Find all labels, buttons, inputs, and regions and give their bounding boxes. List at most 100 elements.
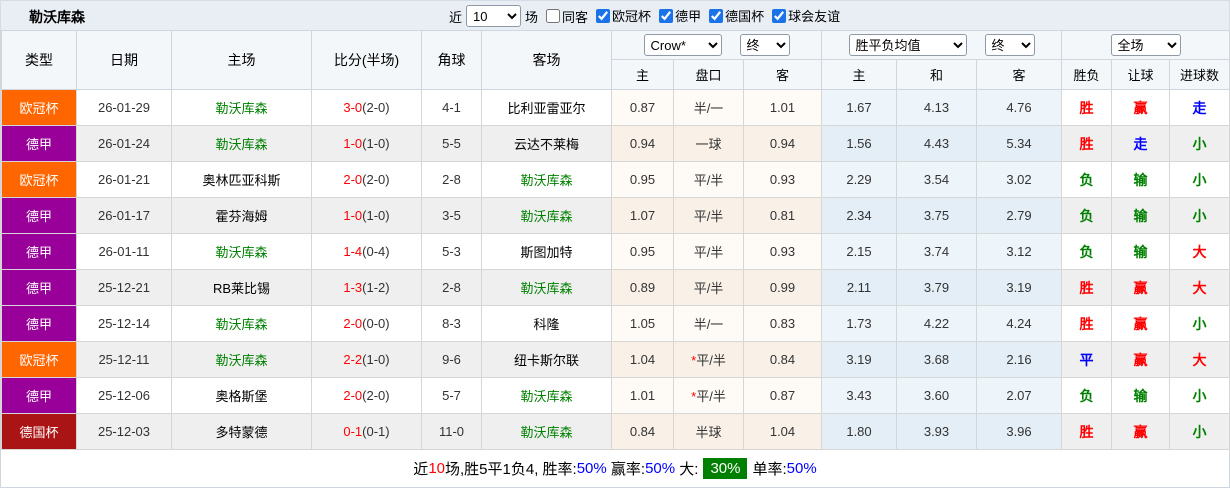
competition-badge: 欧冠杯 (1, 161, 77, 198)
competition-badge: 德甲 (1, 197, 77, 234)
match-date: 26-01-24 (76, 125, 172, 162)
col-header-home: 主场 (171, 30, 312, 90)
handicap-line: *平/半 (673, 341, 744, 378)
away-team: 科隆 (481, 305, 612, 342)
corner-count: 11-0 (421, 413, 482, 450)
home-team: 奥林匹亚科斯 (171, 161, 312, 198)
mean-type-select[interactable]: 胜平负均值 (848, 34, 967, 56)
mean-final-select[interactable]: 终 (984, 34, 1035, 56)
col-header-type: 类型 (1, 30, 77, 90)
odds-home: 0.89 (611, 269, 674, 306)
filter-欧冠杯[interactable]: 欧冠杯 (596, 6, 651, 25)
half-time-score: (2-0) (362, 388, 390, 403)
away-team: 斯图加特 (481, 233, 612, 270)
corner-count: 4-1 (421, 89, 482, 126)
match-result: 负 (1061, 233, 1113, 270)
home-team: RB莱比锡 (171, 269, 312, 306)
odds-away: 0.99 (743, 269, 822, 306)
mean-away-odds: 3.12 (975, 233, 1063, 270)
filter-label: 德甲 (675, 9, 702, 25)
home-team: 勒沃库森 (171, 125, 312, 162)
corner-count: 9-6 (421, 341, 482, 378)
subheader-handicap: 盘口 (673, 59, 744, 90)
mean-draw-odds: 3.60 (896, 377, 977, 414)
half-time-score: (1-0) (362, 352, 390, 367)
competition-badge: 德甲 (1, 125, 77, 162)
away-team: 勒沃库森 (481, 269, 612, 306)
mean-home-odds: 1.56 (821, 125, 897, 162)
mean-group-header: 胜平负均值 终 (820, 30, 1063, 60)
full-time-score: 2-0 (343, 316, 363, 331)
match-date: 26-01-29 (76, 89, 172, 126)
score-cell: 1-0(1-0) (311, 197, 422, 234)
home-team: 勒沃库森 (171, 305, 312, 342)
win-rate-value: 50% (576, 460, 607, 477)
full-time-score: 2-0 (343, 172, 363, 187)
single-rate-label: 单率: (752, 461, 787, 478)
handicap-text: 平/半 (693, 173, 724, 188)
mean-draw-odds: 4.22 (896, 305, 977, 342)
match-result: 胜 (1061, 413, 1113, 450)
handicap-text: 平/半 (696, 353, 726, 368)
handicap-line: 一球 (673, 125, 744, 162)
filter-德国杯[interactable]: 德国杯 (709, 6, 764, 25)
odds-company-select[interactable]: Crow* (643, 34, 722, 56)
subheader-mean-home: 主 (821, 59, 897, 90)
same-away-checkbox-label[interactable]: 同客 (546, 7, 588, 26)
handicap-text: 一球 (695, 137, 722, 152)
away-team: 勒沃库森 (481, 413, 612, 450)
corner-count: 2-8 (421, 269, 482, 306)
competition-badge: 欧冠杯 (1, 89, 77, 126)
recent-count-select[interactable]: 10 (466, 5, 522, 27)
match-result: 负 (1061, 377, 1113, 414)
filter-checkbox[interactable] (709, 8, 724, 23)
match-row: 德甲 25-12-21 RB莱比锡 1-3(1-2) 2-8 勒沃库森 0.89 平/半 0.9… (1, 269, 1230, 306)
match-result: 负 (1061, 161, 1113, 198)
match-history-widget: 勒沃库森 近 10 场 同客 欧冠杯 德甲 德国杯 球会友谊 类型 日期 主场 … (0, 0, 1230, 488)
match-row: 欧冠杯 25-12-11 勒沃库森 2-2(1-0) 9-6 纽卡斯尔联 1.04 *平/半 0… (1, 341, 1230, 378)
goals-result: 走 (1169, 89, 1230, 126)
full-time-score: 2-0 (343, 388, 363, 403)
corner-count: 5-7 (421, 377, 482, 414)
handicap-line: 平/半 (673, 269, 744, 306)
odds-away: 0.83 (743, 305, 822, 342)
filter-label: 德国杯 (725, 9, 765, 25)
match-date: 26-01-11 (76, 233, 172, 270)
filter-德甲[interactable]: 德甲 (659, 6, 701, 25)
earn-rate-label: 赢率: (606, 461, 646, 478)
subheader-result: 胜负 (1061, 59, 1113, 90)
subheader-goals: 进球数 (1169, 59, 1230, 90)
corner-count: 3-5 (421, 197, 482, 234)
matches-panel: 类型 日期 主场 比分(半场) 角球 客场 Crow* 终 胜平负均值 终 全场… (0, 30, 1230, 488)
summary-prefix: 近 (413, 461, 429, 478)
scope-select[interactable]: 全场 (1110, 34, 1181, 56)
match-row: 德甲 25-12-06 奥格斯堡 2-0(2-0) 5-7 勒沃库森 1.01 *平/半 0.8… (1, 377, 1230, 414)
odds-away: 0.84 (743, 341, 822, 378)
earn-rate-value: 50% (645, 460, 676, 477)
mean-away-odds: 3.02 (975, 161, 1063, 198)
odds-home: 0.84 (611, 413, 674, 450)
goals-result: 小 (1169, 377, 1230, 414)
mean-away-odds: 3.96 (975, 413, 1063, 450)
filter-checkbox[interactable] (772, 8, 787, 23)
mean-away-odds: 4.76 (975, 89, 1063, 126)
score-cell: 2-0(2-0) (311, 161, 422, 198)
mean-home-odds: 3.43 (821, 377, 897, 414)
subheader-odds-away: 客 (743, 59, 822, 90)
filter-球会友谊[interactable]: 球会友谊 (772, 6, 840, 25)
handicap-text: 平/半 (693, 209, 724, 224)
same-away-checkbox[interactable] (546, 9, 561, 23)
recent-label-suffix: 场 (525, 9, 539, 25)
handicap-line: 平/半 (673, 197, 744, 234)
competition-badge: 德甲 (1, 377, 77, 414)
corner-count: 8-3 (421, 305, 482, 342)
handicap-text: 半/一 (693, 317, 724, 332)
odds-away: 0.93 (743, 233, 822, 270)
mean-draw-odds: 3.75 (896, 197, 977, 234)
odds-final-select[interactable]: 终 (739, 34, 790, 56)
subheader-mean-away: 客 (975, 59, 1063, 90)
filter-checkbox[interactable] (596, 8, 611, 23)
score-cell: 1-3(1-2) (311, 269, 422, 306)
filter-checkbox[interactable] (659, 8, 674, 23)
subheader-odds-home: 主 (611, 59, 674, 90)
